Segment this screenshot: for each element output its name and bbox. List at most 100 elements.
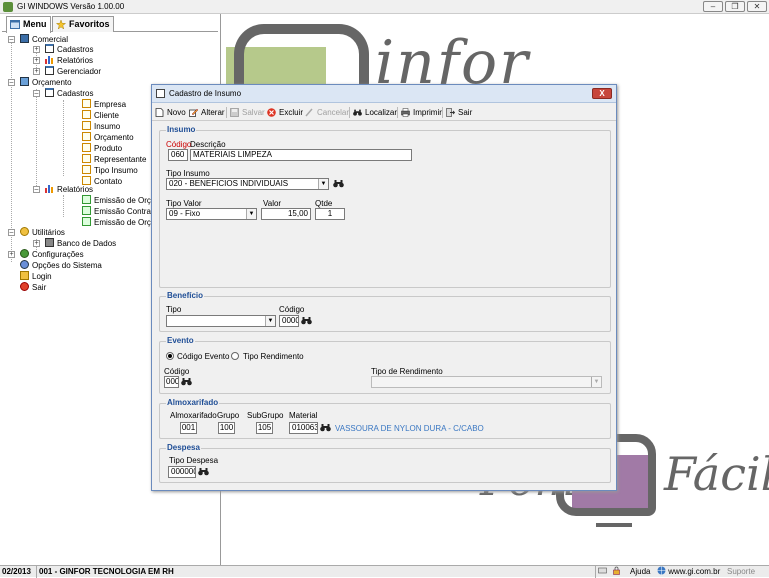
salvar-button[interactable]: Salvar bbox=[230, 106, 265, 119]
tree-item-insumo[interactable]: Insumo bbox=[82, 121, 120, 132]
tipo-insumo-select[interactable]: 020 - BENEFICIOS INDIVIDUAIS ▼ bbox=[166, 178, 329, 190]
sb-icon bbox=[612, 566, 622, 578]
binoculars-icon[interactable] bbox=[198, 467, 209, 476]
sb-icon bbox=[598, 566, 608, 578]
tree-item-opcoes[interactable]: Opções do Sistema bbox=[20, 260, 102, 271]
excluir-button[interactable]: Excluir bbox=[267, 106, 303, 119]
almox-field[interactable]: 001 bbox=[180, 422, 197, 434]
group-almoxarifado: Almoxarifado Almoxarifado Grupo SubGrupo… bbox=[159, 398, 611, 439]
tree-item-gerenciador[interactable]: Gerenciador bbox=[45, 66, 101, 77]
group-almoxarifado-legend: Almoxarifado bbox=[166, 398, 220, 407]
grupo-field[interactable]: 100 bbox=[218, 422, 235, 434]
group-beneficio: Benefício Tipo Código ▼ 0000 bbox=[159, 291, 611, 332]
tipo-insumo-label: Tipo Insumo bbox=[166, 169, 210, 178]
tree-item-emissao-contrato[interactable]: Emissão Contrato bbox=[82, 206, 158, 217]
tipo-rend-select[interactable]: ▼ bbox=[371, 376, 602, 388]
exit-icon bbox=[20, 282, 29, 291]
maximize-button[interactable]: ❐ bbox=[725, 1, 745, 12]
codigo-evento-radio[interactable] bbox=[166, 352, 174, 360]
form-icon bbox=[82, 143, 91, 152]
tree-item-banco-dados[interactable]: Banco de Dados bbox=[45, 238, 116, 249]
alterar-button[interactable]: Alterar bbox=[189, 106, 225, 119]
app-icon bbox=[3, 2, 13, 12]
tree-item-utilitarios[interactable]: Utilitários bbox=[20, 227, 65, 238]
group-evento-legend: Evento bbox=[166, 336, 195, 345]
evento-codigo-field[interactable]: 000 bbox=[164, 376, 179, 388]
beneficio-codigo-field[interactable]: 0000 bbox=[279, 315, 299, 327]
collapse-toggle[interactable]: – bbox=[8, 36, 15, 43]
tree-item-relatorios[interactable]: Relatórios bbox=[45, 55, 93, 66]
binoculars-icon[interactable] bbox=[181, 377, 192, 386]
close-button[interactable]: ✕ bbox=[747, 1, 767, 12]
novo-button[interactable]: Novo bbox=[155, 106, 186, 119]
tree-item-relatorios-orc[interactable]: Relatórios bbox=[45, 184, 93, 195]
panel-tabs: Menu Favoritos bbox=[2, 16, 218, 33]
expand-toggle[interactable]: + bbox=[8, 251, 15, 258]
tree-item-configuracoes[interactable]: Configurações bbox=[20, 249, 84, 260]
binoculars-icon[interactable] bbox=[301, 316, 312, 325]
site-link[interactable]: www.gi.com.br bbox=[657, 566, 735, 578]
expand-toggle[interactable]: + bbox=[33, 57, 40, 64]
localizar-button[interactable]: Localizar bbox=[353, 106, 397, 119]
tree-item-cadastros[interactable]: Cadastros bbox=[45, 44, 93, 55]
evento-codigo-label: Código bbox=[164, 367, 190, 376]
tree-item-representante[interactable]: Representante bbox=[82, 154, 146, 165]
tree-item-cadastros-orc[interactable]: Cadastros bbox=[45, 88, 93, 99]
expand-toggle[interactable]: + bbox=[33, 240, 40, 247]
database-icon bbox=[45, 238, 54, 247]
collapse-toggle[interactable]: – bbox=[8, 229, 15, 236]
group-despesa-legend: Despesa bbox=[166, 443, 201, 452]
ajuda-link[interactable]: Ajuda bbox=[630, 566, 656, 578]
binoculars-icon[interactable] bbox=[333, 179, 344, 188]
chevron-down-icon: ▼ bbox=[246, 209, 256, 219]
cancelar-button[interactable]: Cancelar bbox=[305, 106, 349, 119]
suporte-link[interactable]: Suporte bbox=[727, 566, 769, 578]
collapse-toggle[interactable]: – bbox=[33, 90, 40, 97]
tree-item-produto[interactable]: Produto bbox=[82, 143, 122, 154]
descricao-field[interactable]: MATERIAIS LIMPEZA bbox=[190, 149, 412, 161]
beneficio-codigo-label: Código bbox=[279, 305, 305, 314]
tipo-despesa-label: Tipo Despesa bbox=[169, 456, 219, 465]
tree-item-empresa[interactable]: Empresa bbox=[82, 99, 126, 110]
keyboard-icon bbox=[598, 567, 607, 574]
subgrupo-field[interactable]: 105 bbox=[256, 422, 273, 434]
tipo-rendimento-radio[interactable] bbox=[231, 352, 239, 360]
dialog-close-button[interactable]: X bbox=[592, 88, 612, 99]
tree-item-cliente[interactable]: Cliente bbox=[82, 110, 119, 121]
expand-toggle[interactable]: + bbox=[33, 68, 40, 75]
minimize-button[interactable]: – bbox=[703, 1, 723, 12]
tree-item-login[interactable]: Login bbox=[20, 271, 52, 282]
tipo-despesa-field[interactable]: 000000 bbox=[168, 466, 196, 478]
expand-toggle[interactable]: + bbox=[33, 46, 40, 53]
material-field[interactable]: 010063 bbox=[289, 422, 318, 434]
form-icon bbox=[82, 110, 91, 119]
dialog-title-bar[interactable]: Cadastro de Insumo X bbox=[152, 85, 616, 103]
descricao-label: Descrição bbox=[190, 140, 226, 149]
tree-item-tipo-insumo[interactable]: Tipo Insumo bbox=[82, 165, 138, 176]
beneficio-tipo-select[interactable]: ▼ bbox=[166, 315, 276, 327]
collapse-toggle[interactable]: – bbox=[33, 186, 40, 193]
qtde-field[interactable]: 1 bbox=[315, 208, 345, 220]
valor-label: Valor bbox=[263, 199, 282, 208]
codigo-evento-label: Código Evento bbox=[177, 352, 230, 361]
chevron-down-icon: ▼ bbox=[318, 179, 328, 189]
valor-field[interactable]: 15,00 bbox=[261, 208, 311, 220]
sair-button[interactable]: Sair bbox=[446, 106, 472, 119]
imprimir-button[interactable]: Imprimir bbox=[401, 106, 442, 119]
qtde-label: Qtde bbox=[315, 199, 333, 208]
tipo-valor-label: Tipo Valor bbox=[166, 199, 202, 208]
group-beneficio-legend: Benefício bbox=[166, 291, 205, 300]
tipo-valor-select[interactable]: 09 - Fixo ▼ bbox=[166, 208, 257, 220]
codigo-field[interactable]: 060 bbox=[168, 149, 188, 161]
tree-item-orcamento[interactable]: Orçamento bbox=[20, 77, 72, 88]
tree-item-sair[interactable]: Sair bbox=[20, 282, 46, 293]
collapse-toggle[interactable]: – bbox=[8, 79, 15, 86]
lock-icon bbox=[613, 566, 620, 575]
window-icon bbox=[45, 88, 54, 97]
tab-menu[interactable]: Menu bbox=[6, 16, 51, 33]
binoculars-icon[interactable] bbox=[320, 423, 331, 432]
chart-icon bbox=[45, 185, 53, 193]
tipo-rend-label: Tipo de Rendimento bbox=[371, 367, 443, 376]
tree-item-orcamento-cad[interactable]: Orçamento bbox=[82, 132, 134, 143]
tab-favoritos[interactable]: Favoritos bbox=[52, 16, 114, 32]
